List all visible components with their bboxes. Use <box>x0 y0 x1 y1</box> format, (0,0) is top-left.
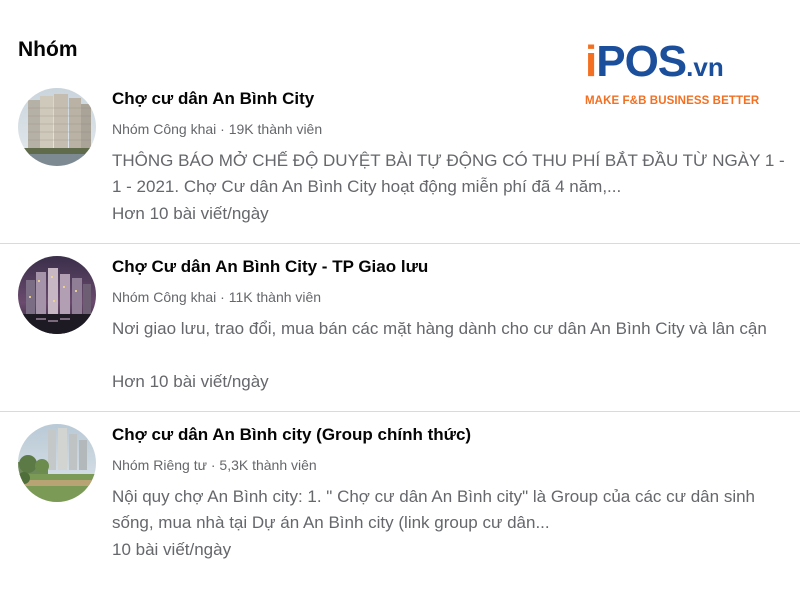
group-name-link[interactable]: Chợ cư dân An Bình city (Group chính thứ… <box>112 424 792 446</box>
daytime-towers-photo-icon <box>18 88 96 166</box>
group-description: Nội quy chợ An Bình city: 1. " Chợ cư dâ… <box>112 487 756 532</box>
group-info: Chợ Cư dân An Bình City - TP Giao lưu Nh… <box>112 256 792 396</box>
group-result[interactable]: Chợ cư dân An Bình City Nhóm Công khai ·… <box>0 76 800 244</box>
group-result[interactable]: Chợ Cư dân An Bình City - TP Giao lưu Nh… <box>0 244 800 412</box>
park-towers-photo-icon <box>18 424 96 502</box>
page: Nhóm iPOS.vn MAKE F&B BUSINESS BETTER Ch… <box>0 0 800 600</box>
group-activity: Hơn 10 bài viết/ngày <box>112 204 269 223</box>
group-activity: 10 bài viết/ngày <box>112 540 232 559</box>
group-avatar[interactable] <box>18 424 96 502</box>
group-avatar[interactable] <box>18 256 96 334</box>
group-meta: Nhóm Riêng tư · 5,3K thành viên <box>112 457 317 473</box>
night-towers-photo-icon <box>18 256 96 334</box>
group-list: Chợ cư dân An Bình City Nhóm Công khai ·… <box>0 76 800 579</box>
group-description: THÔNG BÁO MỞ CHẾ ĐỘ DUYỆT BÀI TỰ ĐỘNG CÓ… <box>112 151 785 196</box>
group-meta: Nhóm Công khai · 19K thành viên <box>112 121 323 137</box>
group-name-link[interactable]: Chợ cư dân An Bình City <box>112 88 792 110</box>
group-name-link[interactable]: Chợ Cư dân An Bình City - TP Giao lưu <box>112 256 792 278</box>
group-meta: Nhóm Công khai · 11K thành viên <box>112 289 322 305</box>
section-title: Nhóm <box>18 38 78 61</box>
group-description: Nơi giao lưu, trao đổi, mua bán các mặt … <box>112 319 767 338</box>
group-avatar[interactable] <box>18 88 96 166</box>
group-activity: Hơn 10 bài viết/ngày <box>112 372 269 391</box>
group-info: Chợ cư dân An Bình City Nhóm Công khai ·… <box>112 88 792 228</box>
group-result[interactable]: Chợ cư dân An Bình city (Group chính thứ… <box>0 412 800 579</box>
group-info: Chợ cư dân An Bình city (Group chính thứ… <box>112 424 792 564</box>
